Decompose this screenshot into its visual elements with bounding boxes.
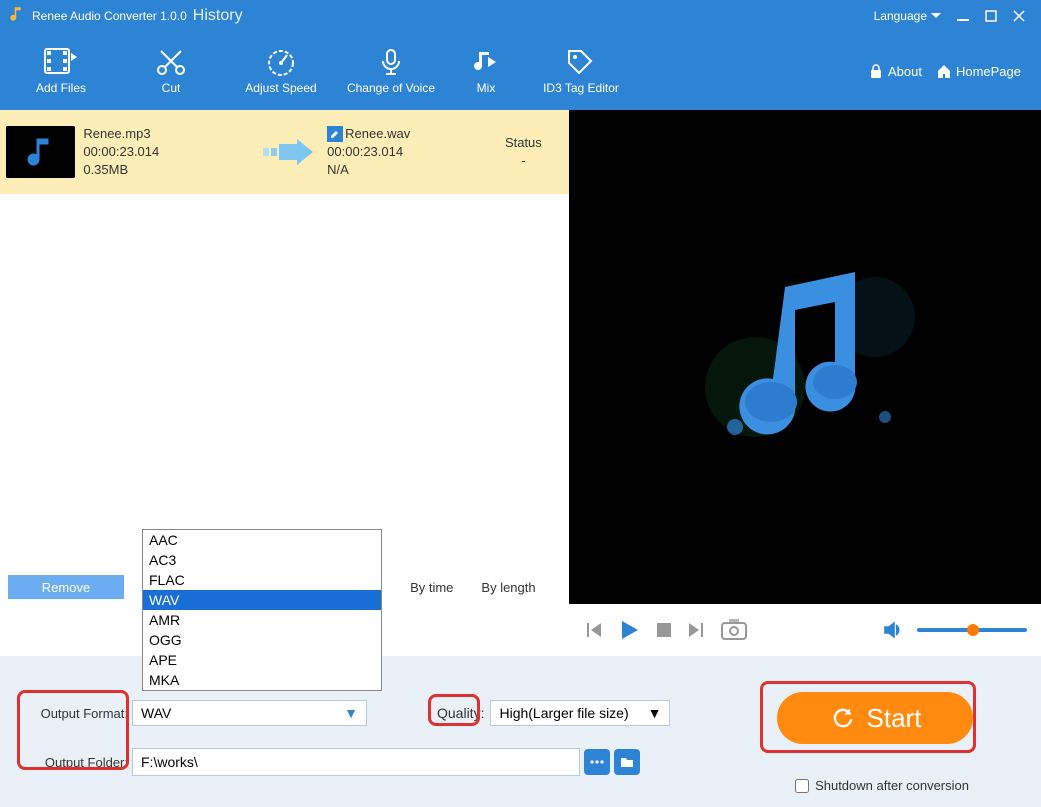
format-option[interactable]: OGG <box>143 630 381 650</box>
titlebar: Renee Audio Converter 1.0.0 History Lang… <box>0 0 1041 32</box>
close-button[interactable] <box>1005 6 1033 26</box>
add-files-label: Add Files <box>36 81 86 95</box>
source-info: Renee.mp3 00:00:23.014 0.35MB <box>83 125 251 180</box>
format-option[interactable]: APE <box>143 650 381 670</box>
shutdown-checkbox[interactable]: Shutdown after conversion <box>795 778 969 793</box>
output-folder-input[interactable] <box>132 748 580 776</box>
status-header: Status <box>484 134 563 152</box>
start-button[interactable]: Start <box>777 692 973 744</box>
destination-filename: Renee.wav <box>345 125 410 143</box>
homepage-link[interactable]: HomePage <box>936 63 1021 79</box>
app-logo-icon <box>8 5 26 28</box>
output-folder-label: Output Folder: <box>24 755 132 770</box>
shutdown-checkbox-input[interactable] <box>795 779 809 793</box>
arrow-icon <box>260 138 319 166</box>
format-option[interactable]: FLAC <box>143 570 381 590</box>
format-option[interactable]: AC3 <box>143 550 381 570</box>
browse-more-button[interactable] <box>584 749 610 775</box>
lock-icon <box>868 63 884 79</box>
language-dropdown[interactable]: Language <box>874 9 941 23</box>
sort-by-length[interactable]: By length <box>481 580 535 595</box>
file-row[interactable]: Renee.mp3 00:00:23.014 0.35MB Renee.wav … <box>0 110 569 194</box>
app-title: Renee Audio Converter 1.0.0 <box>32 9 187 23</box>
change-voice-label: Change of Voice <box>347 81 435 95</box>
music-preview-art <box>675 227 935 487</box>
play-button[interactable] <box>617 618 641 642</box>
start-label: Start <box>867 703 922 734</box>
about-link[interactable]: About <box>868 63 922 79</box>
shutdown-label: Shutdown after conversion <box>815 778 969 793</box>
microphone-icon <box>375 47 407 77</box>
homepage-label: HomePage <box>956 64 1021 79</box>
snapshot-button[interactable] <box>721 619 747 641</box>
source-duration: 00:00:23.014 <box>83 143 251 161</box>
mix-button[interactable]: Mix <box>446 47 526 95</box>
file-thumbnail <box>6 126 75 178</box>
change-voice-button[interactable]: Change of Voice <box>336 47 446 95</box>
scissors-icon <box>155 47 187 77</box>
sort-by-time[interactable]: By time <box>410 580 453 595</box>
format-option[interactable]: WAV <box>143 590 381 610</box>
id3-tag-label: ID3 Tag Editor <box>543 81 619 95</box>
adjust-speed-button[interactable]: Adjust Speed <box>226 47 336 95</box>
filmstrip-plus-icon <box>43 47 79 77</box>
tag-icon <box>565 47 597 77</box>
home-icon <box>936 63 952 79</box>
quality-value: High(Larger file size) <box>499 705 628 721</box>
add-files-button[interactable]: Add Files <box>6 47 116 95</box>
volume-slider[interactable] <box>917 628 1027 632</box>
speedometer-icon <box>265 47 297 77</box>
destination-duration: 00:00:23.014 <box>327 143 476 161</box>
open-folder-button[interactable] <box>614 749 640 775</box>
format-option[interactable]: AMR <box>143 610 381 630</box>
next-track-button[interactable] <box>687 620 707 640</box>
output-format-value: WAV <box>141 705 171 721</box>
cut-label: Cut <box>162 81 181 95</box>
preview-panel <box>569 110 1041 604</box>
prev-track-button[interactable] <box>583 620 603 640</box>
adjust-speed-label: Adjust Speed <box>245 81 316 95</box>
format-option[interactable]: AAC <box>143 530 381 550</box>
destination-size: N/A <box>327 161 476 179</box>
refresh-icon <box>829 704 857 732</box>
chevron-down-icon <box>931 11 941 21</box>
output-format-label: Output Format: <box>24 706 132 721</box>
status-value: - <box>484 152 563 170</box>
minimize-button[interactable] <box>949 6 977 26</box>
output-format-combo[interactable]: WAV ▼ <box>132 700 367 726</box>
music-note-icon <box>23 134 59 170</box>
quality-label: Quality: <box>437 705 484 721</box>
edit-icon[interactable] <box>327 126 343 142</box>
id3-tag-button[interactable]: ID3 Tag Editor <box>526 47 636 95</box>
quality-combo[interactable]: High(Larger file size) ▼ <box>490 700 670 726</box>
volume-icon[interactable] <box>883 620 903 640</box>
about-label: About <box>888 64 922 79</box>
language-label: Language <box>874 9 927 23</box>
mix-label: Mix <box>477 81 496 95</box>
mix-icon <box>470 47 502 77</box>
source-size: 0.35MB <box>83 161 251 179</box>
cut-button[interactable]: Cut <box>116 47 226 95</box>
source-filename: Renee.mp3 <box>83 125 251 143</box>
status-column: Status - <box>484 134 563 170</box>
history-link[interactable]: History <box>193 7 243 25</box>
destination-info: Renee.wav 00:00:23.014 N/A <box>327 125 476 180</box>
remove-button[interactable]: Remove <box>8 575 124 599</box>
chevron-down-icon: ▼ <box>344 705 358 721</box>
toolbar: Add Files Cut Adjust Speed Change of Voi… <box>0 32 1041 110</box>
format-dropdown-list[interactable]: AACAC3FLACWAVAMROGGAPEMKA <box>142 529 382 691</box>
stop-button[interactable] <box>655 621 673 639</box>
format-option[interactable]: MKA <box>143 670 381 690</box>
player-controls <box>569 604 1041 656</box>
chevron-down-icon: ▼ <box>648 705 662 721</box>
maximize-button[interactable] <box>977 6 1005 26</box>
